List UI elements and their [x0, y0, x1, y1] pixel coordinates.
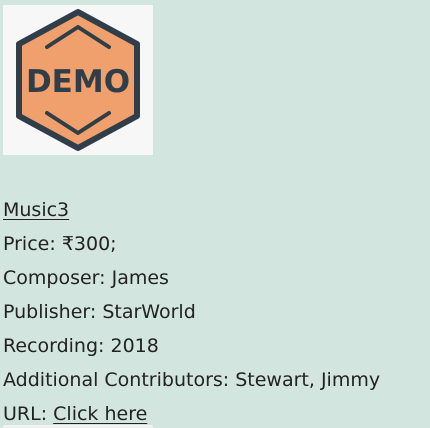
recording-label: Recording:: [3, 335, 105, 357]
contributors-row: Additional Contributors: Stewart, Jimmy: [3, 363, 380, 397]
recording-row: Recording: 2018: [3, 329, 380, 363]
product-image: DEMO: [3, 5, 153, 155]
composer-value: James: [111, 267, 169, 289]
publisher-row: Publisher: StarWorld: [3, 295, 380, 329]
publisher-label: Publisher:: [3, 301, 97, 323]
url-link[interactable]: Click here: [53, 403, 147, 425]
product-details: Music3 Price: ₹300; Composer: James Publ…: [3, 193, 380, 428]
publisher-value: StarWorld: [102, 301, 196, 323]
demo-hexagon-icon: DEMO: [16, 9, 140, 151]
price-value: ₹300;: [61, 233, 117, 255]
product-title-link[interactable]: Music3: [3, 199, 69, 221]
composer-label: Composer:: [3, 267, 106, 289]
url-label: URL:: [3, 403, 48, 425]
recording-value: 2018: [110, 335, 159, 357]
price-row: Price: ₹300;: [3, 227, 380, 261]
contributors-label: Additional Contributors:: [3, 369, 230, 391]
composer-row: Composer: James: [3, 261, 380, 295]
contributors-value: Stewart, Jimmy: [235, 369, 381, 391]
demo-badge-text: DEMO: [26, 64, 130, 100]
title-row: Music3: [3, 193, 380, 227]
price-label: Price:: [3, 233, 56, 255]
url-row: URL: Click here: [3, 397, 380, 428]
